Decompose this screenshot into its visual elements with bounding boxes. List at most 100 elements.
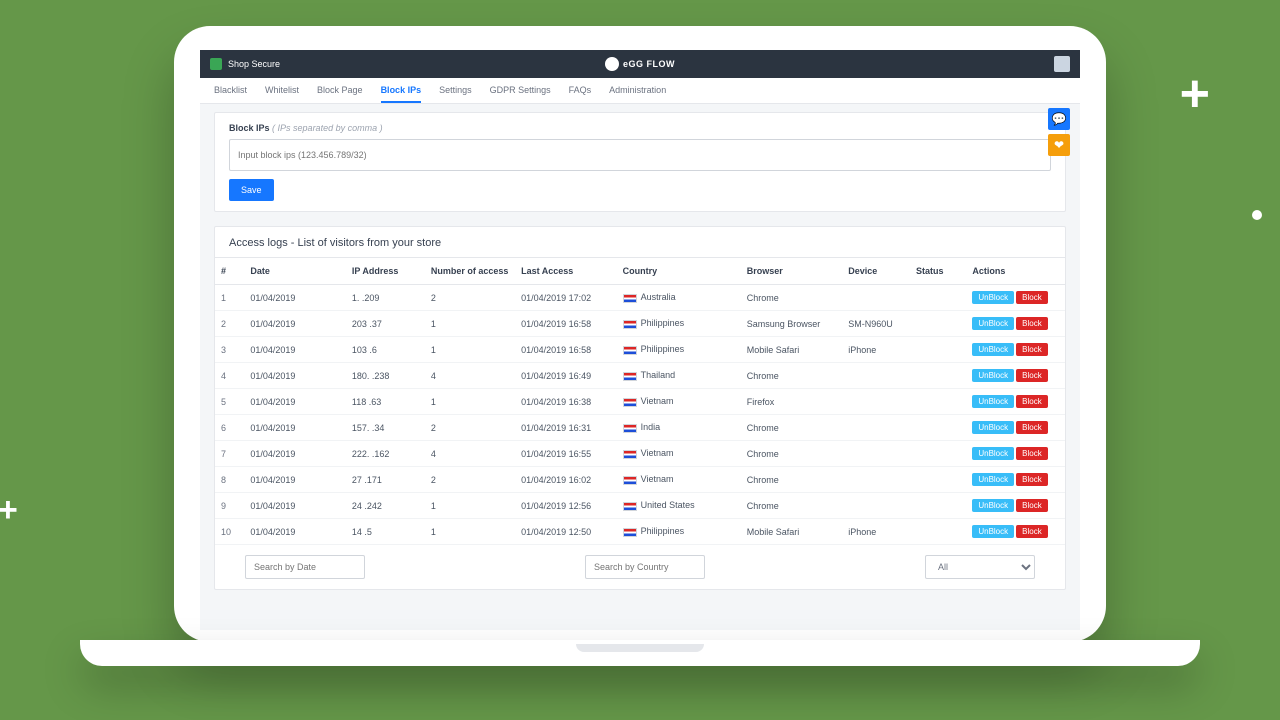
unblock-button[interactable]: UnBlock <box>972 447 1014 460</box>
cell-device <box>842 441 910 467</box>
cell-idx: 10 <box>215 519 244 545</box>
search-by-date-input[interactable] <box>245 555 365 579</box>
tab-faqs[interactable]: FAQs <box>569 78 592 103</box>
cell-num: 4 <box>425 363 515 389</box>
cell-idx: 5 <box>215 389 244 415</box>
cell-browser: Firefox <box>741 389 843 415</box>
cell-last: 01/04/2019 16:55 <box>515 441 617 467</box>
tab-gdpr-settings[interactable]: GDPR Settings <box>490 78 551 103</box>
cell-status <box>910 441 966 467</box>
unblock-button[interactable]: UnBlock <box>972 291 1014 304</box>
cell-actions: UnBlockBlock <box>966 467 1065 493</box>
block-button[interactable]: Block <box>1016 343 1048 356</box>
unblock-button[interactable]: UnBlock <box>972 317 1014 330</box>
block-button[interactable]: Block <box>1016 499 1048 512</box>
tab-whitelist[interactable]: Whitelist <box>265 78 299 103</box>
cell-browser: Chrome <box>741 285 843 311</box>
cell-status <box>910 337 966 363</box>
flag-icon <box>623 424 637 433</box>
cell-country: Vietnam <box>617 441 741 467</box>
cell-ip: 118 .63 <box>346 389 425 415</box>
cell-actions: UnBlockBlock <box>966 441 1065 467</box>
bg-dot-icon <box>1252 210 1262 220</box>
status-filter-select[interactable]: All <box>925 555 1035 579</box>
cell-date: 01/04/2019 <box>244 311 346 337</box>
cell-ip: 14 .5 <box>346 519 425 545</box>
favorite-button[interactable]: ❤ <box>1048 134 1070 156</box>
cell-num: 4 <box>425 441 515 467</box>
table-row: 601/04/2019157. .34201/04/2019 16:31Indi… <box>215 415 1065 441</box>
tab-block-ips[interactable]: Block IPs <box>381 78 422 103</box>
logo-text: eGG FLOW <box>623 59 675 69</box>
cell-browser: Mobile Safari <box>741 519 843 545</box>
tab-administration[interactable]: Administration <box>609 78 666 103</box>
unblock-button[interactable]: UnBlock <box>972 525 1014 538</box>
table-row: 901/04/201924 .242101/04/2019 12:56Unite… <box>215 493 1065 519</box>
cell-last: 01/04/2019 12:50 <box>515 519 617 545</box>
col-num: Number of access <box>425 258 515 285</box>
unblock-button[interactable]: UnBlock <box>972 473 1014 486</box>
col-idx: # <box>215 258 244 285</box>
block-button[interactable]: Block <box>1016 525 1048 538</box>
block-button[interactable]: Block <box>1016 473 1048 486</box>
block-button[interactable]: Block <box>1016 369 1048 382</box>
block-button[interactable]: Block <box>1016 395 1048 408</box>
table-row: 501/04/2019118 .63101/04/2019 16:38Vietn… <box>215 389 1065 415</box>
unblock-button[interactable]: UnBlock <box>972 499 1014 512</box>
col-device: Device <box>842 258 910 285</box>
block-ips-input[interactable] <box>229 139 1051 171</box>
cell-status <box>910 493 966 519</box>
laptop-base <box>80 640 1200 666</box>
search-by-country-input[interactable] <box>585 555 705 579</box>
cell-last: 01/04/2019 16:02 <box>515 467 617 493</box>
cell-status <box>910 311 966 337</box>
cell-num: 1 <box>425 493 515 519</box>
tab-blacklist[interactable]: Blacklist <box>214 78 247 103</box>
cell-ip: 27 .171 <box>346 467 425 493</box>
block-button[interactable]: Block <box>1016 447 1048 460</box>
cell-country: United States <box>617 493 741 519</box>
cell-device: SM-N960U <box>842 311 910 337</box>
cell-status <box>910 363 966 389</box>
cell-num: 2 <box>425 415 515 441</box>
table-row: 201/04/2019203 .37101/04/2019 16:58Phili… <box>215 311 1065 337</box>
cell-last: 01/04/2019 12:56 <box>515 493 617 519</box>
content: Block IPs ( IPs separated by comma ) Sav… <box>200 104 1080 630</box>
logo: eGG FLOW <box>605 57 675 71</box>
cell-date: 01/04/2019 <box>244 493 346 519</box>
unblock-button[interactable]: UnBlock <box>972 421 1014 434</box>
cell-browser: Samsung Browser <box>741 311 843 337</box>
unblock-button[interactable]: UnBlock <box>972 395 1014 408</box>
tab-block-page[interactable]: Block Page <box>317 78 363 103</box>
block-button[interactable]: Block <box>1016 317 1048 330</box>
block-button[interactable]: Block <box>1016 291 1048 304</box>
cell-ip: 203 .37 <box>346 311 425 337</box>
block-ips-card: Block IPs ( IPs separated by comma ) Sav… <box>214 112 1066 212</box>
cell-idx: 9 <box>215 493 244 519</box>
flag-icon <box>623 346 637 355</box>
cell-num: 2 <box>425 467 515 493</box>
table-row: 301/04/2019103 .6101/04/2019 16:58Philip… <box>215 337 1065 363</box>
unblock-button[interactable]: UnBlock <box>972 369 1014 382</box>
cell-actions: UnBlockBlock <box>966 311 1065 337</box>
save-button[interactable]: Save <box>229 179 274 201</box>
avatar[interactable] <box>1054 56 1070 72</box>
table-row: 1001/04/201914 .5101/04/2019 12:50Philip… <box>215 519 1065 545</box>
chat-button[interactable]: 💬 <box>1048 108 1070 130</box>
cell-country: Australia <box>617 285 741 311</box>
tab-settings[interactable]: Settings <box>439 78 472 103</box>
cell-browser: Chrome <box>741 441 843 467</box>
cell-ip: 24 .242 <box>346 493 425 519</box>
block-button[interactable]: Block <box>1016 421 1048 434</box>
cell-idx: 3 <box>215 337 244 363</box>
access-logs-title: Access logs - List of visitors from your… <box>215 227 1065 257</box>
access-logs-table: # Date IP Address Number of access Last … <box>215 257 1065 545</box>
cell-date: 01/04/2019 <box>244 415 346 441</box>
cell-date: 01/04/2019 <box>244 363 346 389</box>
shield-icon <box>210 58 222 70</box>
cell-device: iPhone <box>842 337 910 363</box>
cell-last: 01/04/2019 16:58 <box>515 311 617 337</box>
col-actions: Actions <box>966 258 1065 285</box>
unblock-button[interactable]: UnBlock <box>972 343 1014 356</box>
cell-country: Vietnam <box>617 467 741 493</box>
